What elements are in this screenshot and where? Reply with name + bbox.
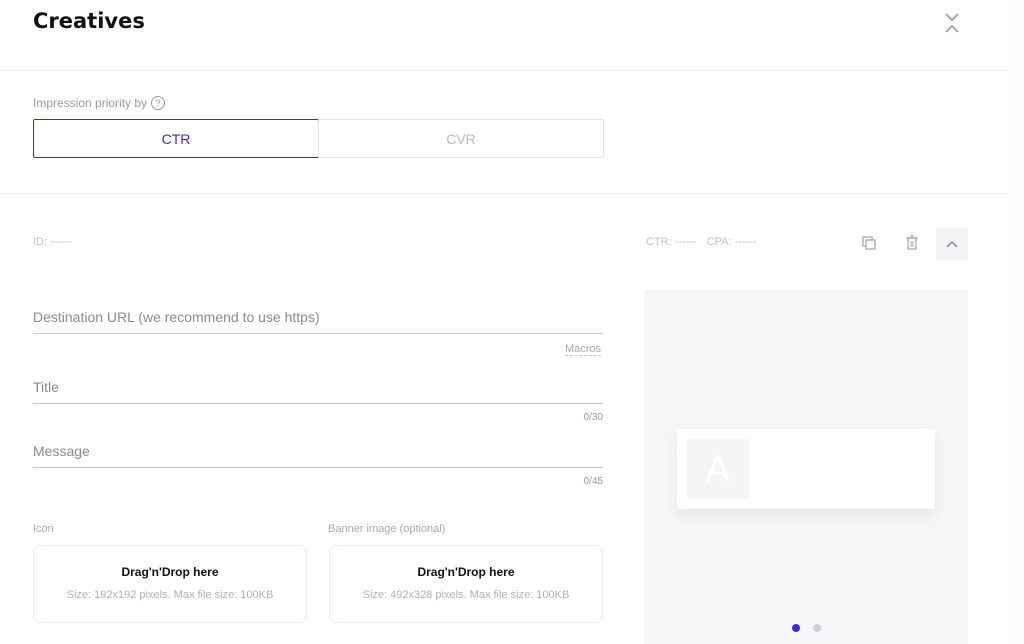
banner-dropzone-hint: Size: 492x328 pixels. Max file size: 100… (362, 589, 570, 601)
collapse-creative-button[interactable] (936, 228, 968, 260)
creative-id-label: ID: (33, 236, 48, 248)
priority-option-ctr[interactable]: CTR (33, 119, 319, 158)
priority-option-cvr[interactable]: CVR (318, 119, 604, 158)
icon-dropzone-hint: Size: 192x192 pixels. Max file size: 100… (66, 589, 274, 601)
macros-link[interactable]: Macros (565, 343, 602, 356)
ctr-stat: CTR: ------ (646, 236, 697, 248)
help-icon[interactable]: ? (151, 96, 166, 110)
icon-upload-label: Icon (33, 523, 54, 535)
title-field (33, 379, 603, 404)
duplicate-button[interactable] (856, 230, 882, 256)
impression-priority-section: Impression priority by ? CTR CVR (0, 71, 1008, 194)
impression-priority-label: Impression priority by ? (33, 96, 166, 110)
carousel-dot-2[interactable] (813, 624, 821, 632)
trash-icon (906, 235, 918, 250)
modal-header: Creatives (0, 0, 1008, 71)
icon-dropzone-title: Drag'n'Drop here (121, 565, 219, 579)
title-char-counter: 0/30 (583, 412, 603, 423)
creative-stats: CTR: ------ CPA: ------ (646, 236, 757, 248)
page-title: Creatives (33, 9, 145, 33)
destination-url-input[interactable] (33, 309, 603, 334)
carousel-dot-1[interactable] (792, 624, 800, 632)
message-field (33, 443, 603, 468)
delete-button[interactable] (899, 230, 925, 256)
icon-dropzone[interactable]: Drag'n'Drop here Size: 192x192 pixels. M… (33, 545, 307, 623)
notification-card: A (677, 429, 935, 509)
copy-icon (862, 236, 876, 250)
creative-id-value: ------ (50, 236, 73, 248)
notification-icon-placeholder: A (687, 439, 749, 499)
message-input[interactable] (33, 443, 603, 468)
banner-dropzone[interactable]: Drag'n'Drop here Size: 492x328 pixels. M… (329, 545, 603, 623)
ctr-label: CTR: (646, 236, 672, 248)
banner-upload-label: Banner image (optional) (328, 523, 446, 535)
impression-priority-text: Impression priority by (33, 96, 148, 110)
banner-dropzone-title: Drag'n'Drop here (417, 565, 515, 579)
collapse-icon (945, 13, 959, 33)
title-input[interactable] (33, 379, 603, 404)
cpa-stat: CPA: ------ (707, 236, 757, 248)
creative-id: ID: ------ (33, 236, 72, 248)
cpa-label: CPA: (706, 236, 732, 248)
ctr-value: ------ (674, 236, 697, 248)
message-char-counter: 0/45 (583, 476, 603, 487)
cpa-value: ------ (734, 236, 757, 248)
chevron-up-icon (946, 240, 958, 248)
notification-preview: A (644, 290, 968, 644)
destination-url-field (33, 309, 603, 334)
collapse-button[interactable] (940, 10, 964, 36)
scroll-gutter (1008, 0, 1024, 644)
